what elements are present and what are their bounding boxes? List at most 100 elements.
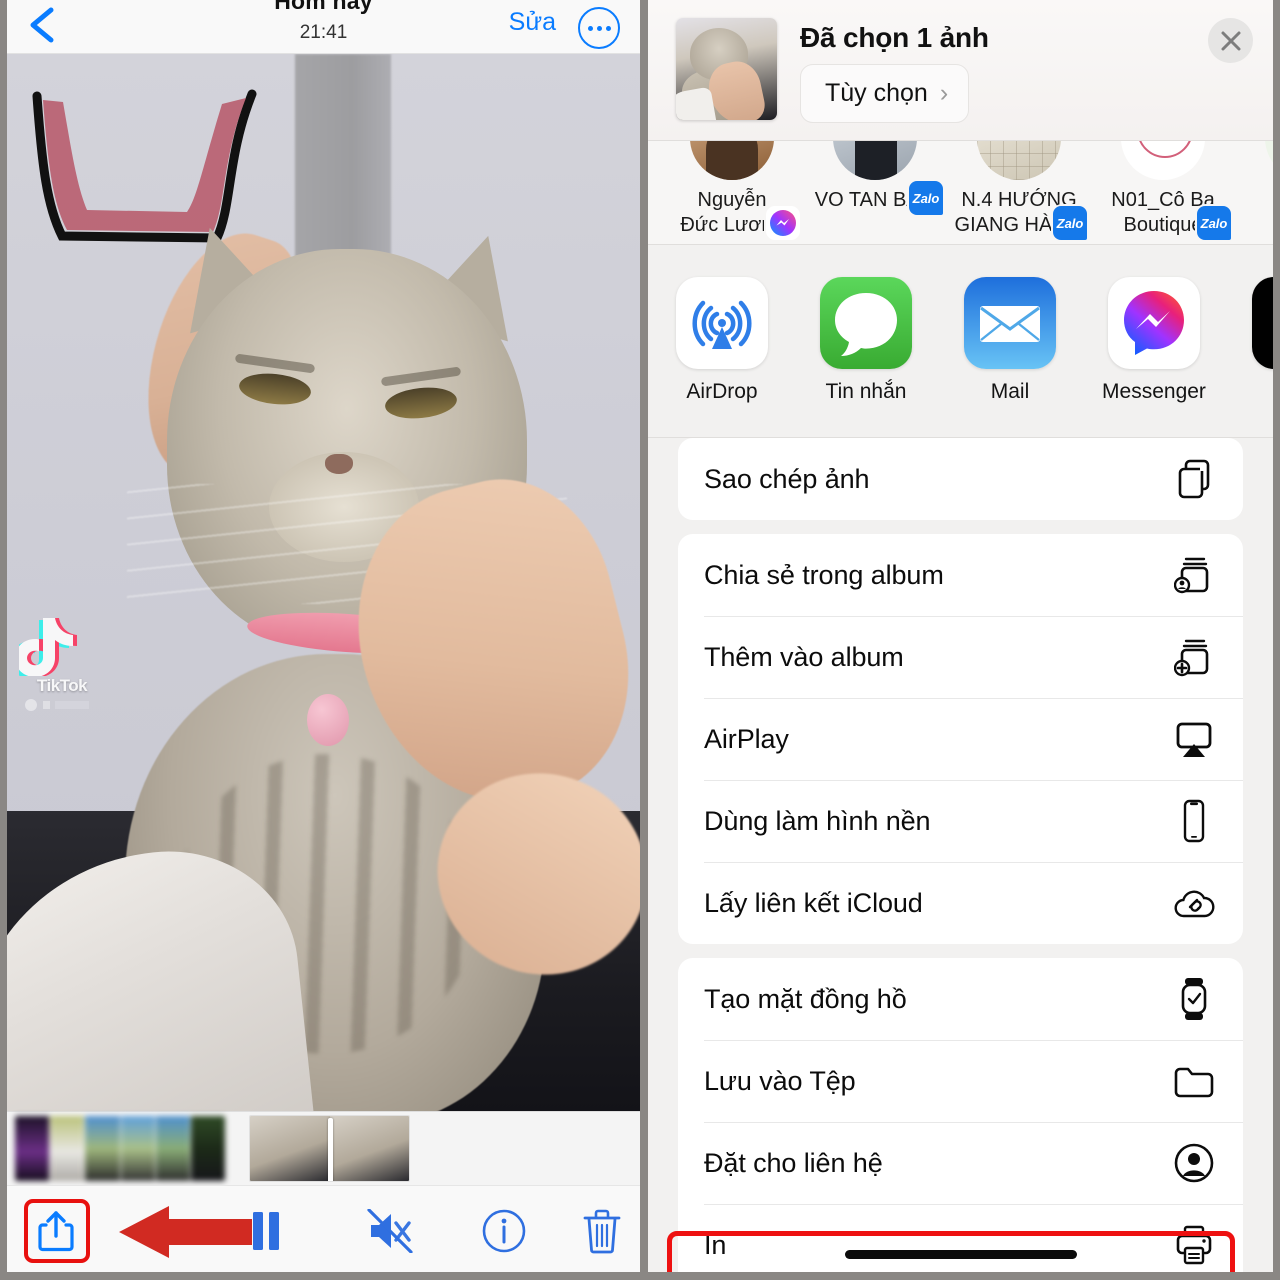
action-label: Dùng làm hình nền	[704, 805, 931, 836]
action-row-add-to-album[interactable]: Thêm vào album	[678, 616, 1243, 698]
avatar	[690, 141, 774, 180]
share-sheet-header: Đã chọn 1 ảnh Tùy chọn ›	[648, 0, 1273, 141]
action-row-print[interactable]: In	[678, 1204, 1243, 1272]
more-options-button[interactable]	[578, 7, 620, 49]
ellipsis-dot	[605, 25, 611, 31]
app-label: Mail	[990, 380, 1030, 403]
action-row-copy-photo[interactable]: Sao chép ảnh	[678, 438, 1243, 520]
filmstrip-frame	[329, 1116, 409, 1181]
app-item-tiktok[interactable]	[1226, 277, 1273, 380]
icloud-link-icon	[1171, 880, 1217, 926]
airdrop-glyph	[692, 300, 752, 349]
app-label: Messenger	[1102, 380, 1206, 403]
watch-face-icon	[1171, 976, 1217, 1022]
close-x-icon	[1221, 31, 1240, 50]
action-label: Thêm vào album	[704, 641, 904, 672]
app-item-mail[interactable]: Mail	[938, 277, 1082, 404]
ellipsis-dot	[587, 25, 593, 31]
zalo-badge-icon: Zalo	[1053, 206, 1087, 240]
share-up-arrow-icon	[38, 1211, 74, 1252]
options-button[interactable]: Tùy chọn ›	[800, 64, 970, 123]
contact-item[interactable]: Zalo N.4 HƯỚNG GIANG HÀN...	[953, 141, 1087, 240]
share-button[interactable]	[29, 1204, 83, 1258]
zalo-badge-label: Zalo	[1197, 206, 1231, 240]
action-label: Đặt cho liên hệ	[704, 1147, 883, 1178]
messages-bubble-glyph	[835, 293, 897, 356]
action-row-assign-to-contact[interactable]: Đặt cho liên hệ	[678, 1122, 1243, 1204]
messenger-icon	[1108, 277, 1200, 369]
share-actions-list: Sao chép ảnh Chia sẻ trong album Thêm và…	[648, 438, 1273, 1272]
app-item-messages[interactable]: Tin nhắn	[794, 277, 938, 404]
action-label: AirPlay	[704, 723, 789, 754]
messenger-badge-icon	[766, 206, 800, 240]
pause-button[interactable]	[239, 1204, 293, 1258]
apps-row[interactable]: AirDrop Tin nhắn Mail Messenger	[648, 245, 1273, 438]
app-item-airdrop[interactable]: AirDrop	[650, 277, 794, 404]
contact-item[interactable]: Zalo N01_Cô Ba Boutique	[1097, 141, 1231, 240]
filmstrip-other-clips[interactable]	[15, 1116, 225, 1181]
close-button[interactable]	[1208, 18, 1253, 63]
trash-icon	[583, 1209, 621, 1254]
photos-bottom-toolbar	[7, 1185, 640, 1272]
action-row-save-to-files[interactable]: Lưu vào Tệp	[678, 1040, 1243, 1122]
avatar	[977, 141, 1061, 180]
action-row-use-as-wallpaper[interactable]: Dùng làm hình nền	[678, 780, 1243, 862]
chevron-right-icon: ›	[939, 79, 949, 107]
folder-icon	[1171, 1058, 1217, 1104]
zalo-badge-label: Zalo	[909, 181, 943, 215]
action-row-airplay[interactable]: AirPlay	[678, 698, 1243, 780]
app-label: AirDrop	[686, 380, 758, 403]
avatar	[833, 141, 917, 180]
zalo-badge-icon: Zalo	[909, 181, 943, 215]
action-row-copy-icloud-link[interactable]: Lấy liên kết iCloud	[678, 862, 1243, 944]
contacts-row[interactable]: Nguyễn Đức Lương Zalo VO TAN BAO Zalo N.…	[648, 141, 1273, 245]
tiktok-glyph	[1252, 277, 1273, 369]
speaker-mute-icon	[367, 1209, 413, 1253]
mute-button[interactable]	[363, 1204, 417, 1258]
video-filmstrip[interactable]	[7, 1111, 640, 1185]
contact-item[interactable]: Nguyễn Đức Lương	[666, 141, 800, 240]
airdrop-icon	[676, 277, 768, 369]
tiktok-icon	[1252, 277, 1273, 369]
wallpaper-iphone-icon	[1171, 798, 1217, 844]
edit-button[interactable]: Sửa	[509, 8, 556, 37]
contact-item[interactable]: NI	[1241, 141, 1273, 213]
photo-viewer[interactable]: TikTok	[7, 54, 640, 1111]
options-button-label: Tùy chọn	[825, 79, 928, 107]
avatar	[1265, 141, 1273, 180]
tiktok-watermark-label: TikTok	[36, 676, 88, 695]
tiktok-watermark: TikTok	[11, 614, 109, 714]
pause-icon	[253, 1212, 279, 1250]
avatar	[1121, 141, 1205, 180]
app-item-messenger[interactable]: Messenger	[1082, 277, 1226, 404]
info-button[interactable]	[477, 1204, 531, 1258]
filmstrip-playhead[interactable]	[328, 1118, 333, 1181]
delete-button[interactable]	[575, 1204, 629, 1258]
action-row-create-watch-face[interactable]: Tạo mặt đồng hồ	[678, 958, 1243, 1040]
action-label: Lưu vào Tệp	[704, 1065, 856, 1096]
screenshot-root: Hôm nay 21:41 Sửa TikTok Đã chọn 1 ảnh T…	[0, 0, 1280, 1280]
airplay-icon	[1171, 716, 1217, 762]
action-label: Chia sẻ trong album	[704, 559, 944, 590]
action-group: Tạo mặt đồng hồ Lưu vào Tệp Đặt cho liên…	[678, 958, 1243, 1272]
filmstrip-current-clip[interactable]	[250, 1116, 409, 1181]
home-indicator	[844, 1250, 1077, 1259]
action-group: Sao chép ảnh	[678, 438, 1243, 520]
contact-circle-icon	[1171, 1140, 1217, 1186]
app-label: Tin nhắn	[825, 380, 907, 403]
selected-photo-thumbnail[interactable]	[676, 18, 777, 120]
info-circle-icon	[482, 1209, 526, 1253]
contact-item[interactable]: Zalo VO TAN BAO	[809, 141, 943, 215]
share-sheet-panel: Đã chọn 1 ảnh Tùy chọn › Nguyễn Đức Lươn…	[648, 0, 1273, 1272]
action-row-share-in-album[interactable]: Chia sẻ trong album	[678, 534, 1243, 616]
tiktok-note-icon	[11, 618, 77, 679]
mail-icon	[964, 277, 1056, 369]
photos-nav-bar: Hôm nay 21:41 Sửa	[7, 0, 640, 54]
photo-cat-nose	[325, 454, 353, 474]
filmstrip-frame	[250, 1116, 330, 1181]
tiktok-watermark-username	[23, 698, 109, 712]
printer-icon	[1171, 1222, 1217, 1268]
mail-envelope-glyph	[980, 306, 1040, 342]
share-sheet-title: Đã chọn 1 ảnh	[800, 22, 989, 53]
zalo-badge-icon: Zalo	[1197, 206, 1231, 240]
